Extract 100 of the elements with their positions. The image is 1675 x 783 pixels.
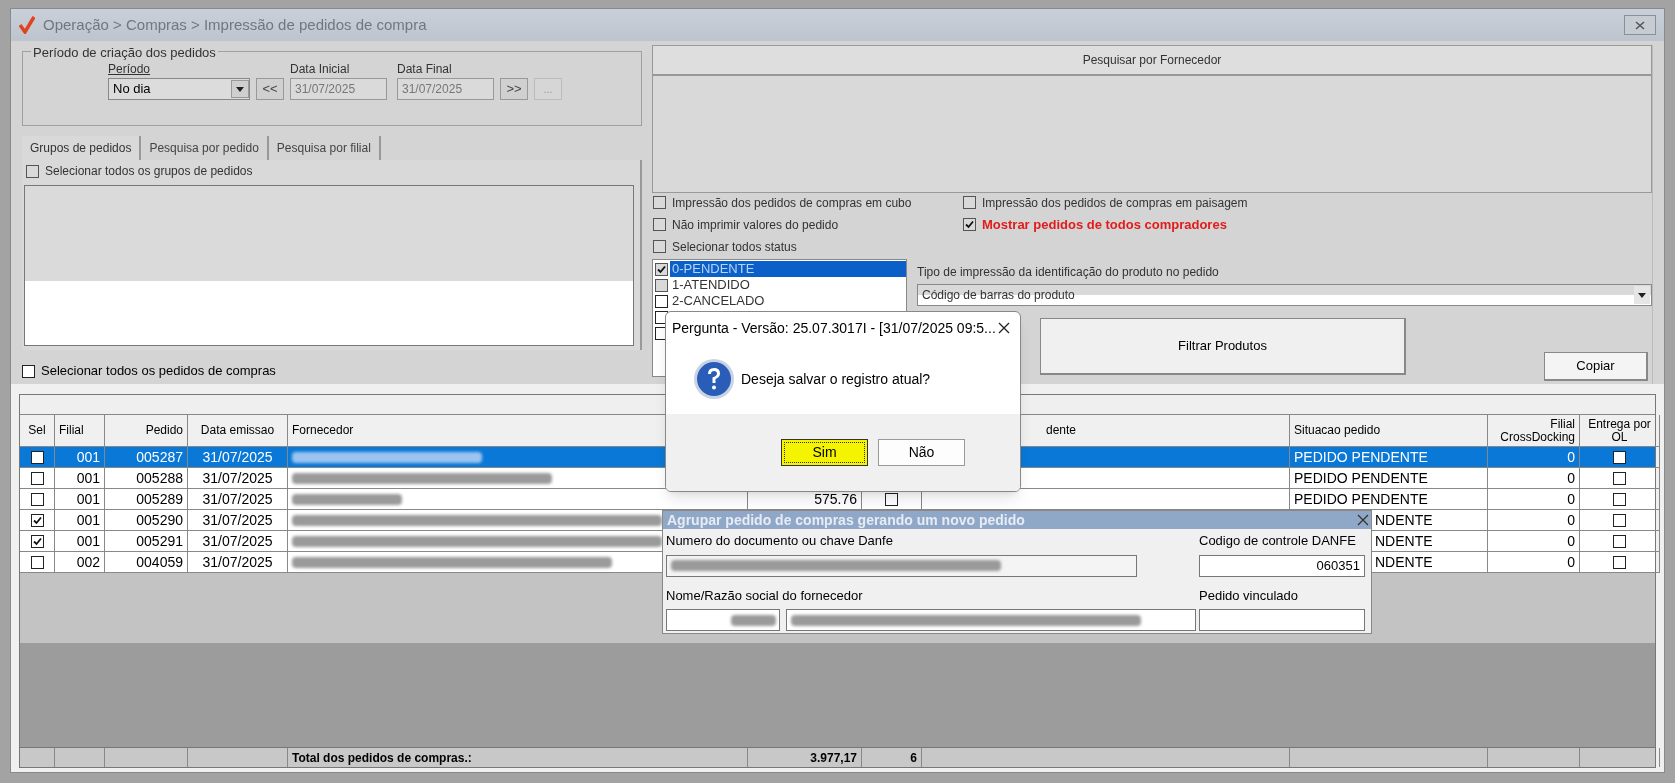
table-cell-text: 001 <box>76 510 100 530</box>
column-header[interactable]: Entrega por OL <box>1584 417 1655 444</box>
total-count: 6 <box>910 749 917 767</box>
table-cell-text: 005291 <box>136 531 183 551</box>
checkbox[interactable] <box>1613 471 1626 485</box>
checkbox-label: Não imprimir valores do pedido <box>672 216 839 234</box>
table-cell-text: 31/07/2025 <box>202 531 273 551</box>
table-cell-text: 005289 <box>136 489 183 509</box>
checkbox[interactable] <box>963 218 976 231</box>
close-button[interactable] <box>1624 15 1656 35</box>
tab[interactable]: Grupos de pedidos <box>22 136 142 161</box>
table-cell-text: 31/07/2025 <box>202 552 273 572</box>
column-header[interactable]: Pedido <box>109 424 183 437</box>
checkbox[interactable] <box>30 534 44 548</box>
checkbox[interactable] <box>655 262 668 276</box>
document-field[interactable] <box>666 554 1137 577</box>
table-cell-text: PEDIDO PENDENTE <box>1294 489 1428 509</box>
column-header[interactable]: Sel <box>24 424 50 437</box>
checkbox[interactable] <box>653 218 666 231</box>
checkbox[interactable] <box>963 196 976 209</box>
field-label: Data Inicial <box>290 61 351 78</box>
field-label: Codigo de controle DANFE <box>1199 532 1357 550</box>
table-cell-text: NDENTE <box>1375 510 1433 530</box>
list-item[interactable]: 0-PENDENTE <box>670 261 906 277</box>
linked-order-field[interactable] <box>1199 609 1365 631</box>
field-label: Tipo de impressão da identificação do produto no pedido <box>917 264 1220 281</box>
checkbox[interactable] <box>30 513 44 527</box>
question-icon <box>693 358 735 400</box>
table-cell-text: NDENTE <box>1375 531 1433 551</box>
supplier-name-field[interactable] <box>786 609 1196 631</box>
checkmark-logo-icon <box>19 16 35 34</box>
next-button[interactable]: >> <box>500 78 528 100</box>
table-cell-text: 0 <box>1567 510 1575 530</box>
checkbox[interactable] <box>30 555 44 569</box>
checkbox[interactable] <box>885 492 898 506</box>
dialog-title: Pergunta - Versão: 25.07.3017I - [31/07/2025 09:5... <box>672 318 997 338</box>
period-select[interactable]: No dia <box>108 78 250 100</box>
checkbox[interactable] <box>1613 534 1626 548</box>
checkbox[interactable] <box>653 196 666 209</box>
table-cell-text: 004059 <box>136 552 183 572</box>
column-header[interactable]: Data emissao <box>192 424 283 437</box>
table-cell-text: 0 <box>1567 468 1575 488</box>
column-header[interactable]: Filial <box>59 424 100 437</box>
checkbox-label: Mostrar pedidos de todos compradores <box>982 215 1227 234</box>
window-title: Operação > Compras > Impressão de pedidos de compra <box>43 14 427 35</box>
supplier-code-field[interactable] <box>666 609 780 631</box>
product-id-select[interactable]: Código de barras do produto <box>917 284 1652 306</box>
table-cell-text: 001 <box>76 489 100 509</box>
table-cell-text: 0 <box>1567 447 1575 467</box>
panel-title: Agrupar pedido de compras gerando um novo pedido <box>667 510 1026 530</box>
table-cell-text: 0 <box>1567 552 1575 572</box>
field-label: Período <box>108 61 152 78</box>
dropdown-icon <box>236 86 244 92</box>
table-cell-text: 001 <box>76 531 100 551</box>
checkbox[interactable] <box>1613 450 1626 464</box>
filter-products-button[interactable]: Filtrar Produtos <box>1040 318 1406 375</box>
checkbox[interactable] <box>1613 513 1626 527</box>
checkbox[interactable] <box>22 364 35 378</box>
dialog-button[interactable]: Não <box>878 439 965 466</box>
checkbox[interactable] <box>655 294 668 308</box>
list-item[interactable]: 1-ATENDIDO <box>670 277 906 293</box>
checkbox[interactable] <box>26 164 39 178</box>
checkbox[interactable] <box>30 450 44 464</box>
table-cell-text: 002 <box>76 552 100 572</box>
table-cell-text: 0 <box>1567 489 1575 509</box>
table-cell-text: 575.76 <box>814 489 857 509</box>
control-code-field[interactable]: 060351 <box>1199 554 1365 577</box>
list-item[interactable]: 2-CANCELADO <box>670 293 906 309</box>
table-cell-text: NDENTE <box>1375 552 1433 572</box>
table-cell-text: 005288 <box>136 468 183 488</box>
table-cell-text: 31/07/2025 <box>202 447 273 467</box>
checkbox-label: Selecionar todos os grupos de pedidos <box>45 163 253 181</box>
checkbox[interactable] <box>655 278 668 292</box>
table-cell-text: 31/07/2025 <box>202 489 273 509</box>
checkbox[interactable] <box>653 240 666 253</box>
column-header: Pesquisar por Fornecedor <box>652 45 1652 75</box>
copy-button[interactable]: Copiar <box>1544 352 1648 381</box>
close-icon[interactable] <box>998 322 1010 334</box>
field-label: Nome/Razão social do fornecedor <box>666 586 864 605</box>
checkbox-label: Impressão dos pedidos de compras em cubo <box>672 194 912 212</box>
table-cell-text: 0 <box>1567 531 1575 551</box>
dropdown-icon <box>1638 292 1646 298</box>
total-value: 3.977,17 <box>810 749 857 767</box>
dialog-message: Deseja salvar o registro atual? <box>741 369 931 389</box>
checkbox[interactable] <box>1613 492 1626 506</box>
table-cell-text: 001 <box>76 447 100 467</box>
previous-button[interactable]: << <box>256 78 284 100</box>
column-header[interactable]: Situacao pedido <box>1294 424 1483 437</box>
checkbox[interactable] <box>30 471 44 485</box>
checkbox[interactable] <box>30 492 44 506</box>
dialog-button[interactable]: Sim <box>781 439 868 466</box>
table-cell-text: 31/07/2025 <box>202 510 273 530</box>
table-cell-text: 001 <box>76 468 100 488</box>
checkbox-label: Selecionar todos status <box>672 238 797 256</box>
column-header[interactable]: Filial CrossDocking <box>1492 417 1575 444</box>
field-label: Pedido vinculado <box>1199 586 1300 605</box>
checkbox-label: Selecionar todos os pedidos de compras <box>41 362 276 381</box>
checkbox[interactable] <box>1613 555 1626 569</box>
table-cell-text: 005290 <box>136 510 183 530</box>
field-label: Numero do documento ou chave Danfe <box>666 532 894 550</box>
